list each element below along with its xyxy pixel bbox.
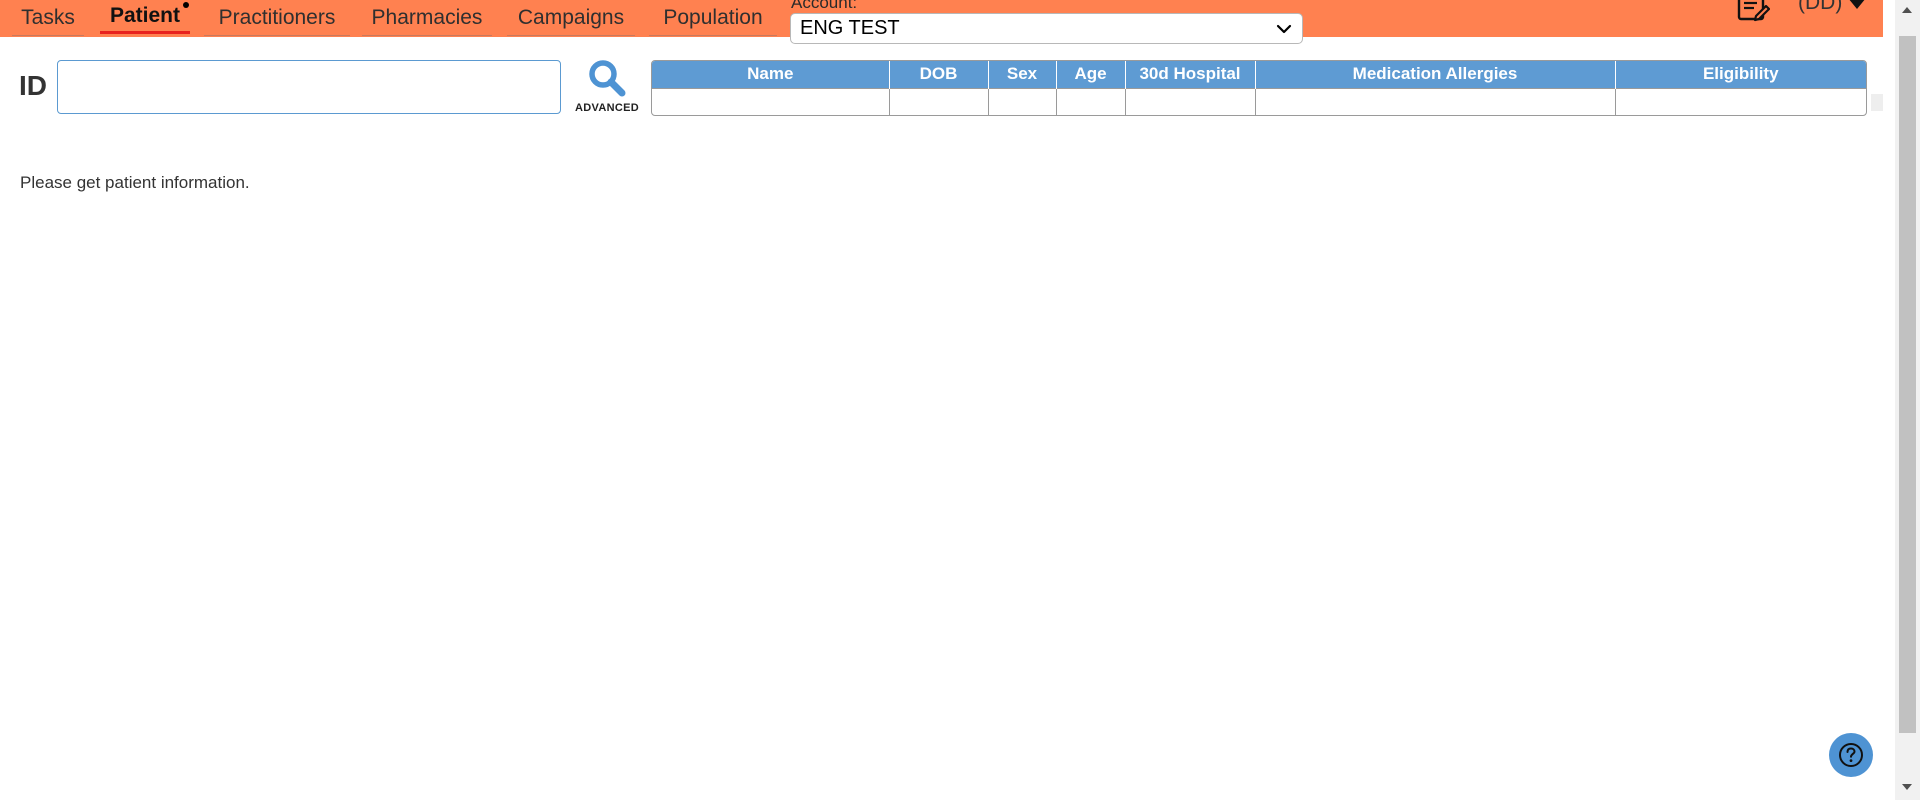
tab-campaigns[interactable]: Campaigns <box>507 0 635 36</box>
advanced-label: ADVANCED <box>575 102 639 114</box>
tab-patient-label: Patient <box>109 3 180 27</box>
search-icon <box>589 60 626 97</box>
caret-down-icon <box>1848 0 1867 9</box>
table-cell <box>652 87 890 115</box>
column-header-30d-hospital[interactable]: 30d Hospital <box>1125 61 1256 88</box>
column-header-sex[interactable]: Sex <box>988 61 1057 88</box>
help-icon <box>1839 743 1863 767</box>
patient-id-input[interactable] <box>57 60 561 114</box>
advanced-search-button[interactable]: ADVANCED <box>570 58 644 120</box>
account-select[interactable]: ENG TEST <box>790 13 1303 44</box>
edit-note-icon[interactable] <box>1736 0 1770 22</box>
table-scrollbar-stub <box>1871 94 1883 111</box>
table-cell <box>1255 87 1616 115</box>
tab-patient[interactable]: Patient <box>100 0 190 34</box>
column-header-age[interactable]: Age <box>1056 61 1126 88</box>
scroll-up-arrow-icon[interactable] <box>1902 7 1912 13</box>
tab-tasks[interactable]: Tasks <box>12 0 84 36</box>
tab-pharmacies[interactable]: Pharmacies <box>362 0 492 36</box>
account-selected-value: ENG TEST <box>800 17 900 39</box>
table-cell <box>889 87 989 115</box>
user-initials: (DD) <box>1798 0 1843 14</box>
column-header-name[interactable]: Name <box>652 61 890 88</box>
user-menu[interactable]: (DD) <box>1798 0 1867 15</box>
status-message: Please get patient information. <box>20 173 250 192</box>
id-label: ID <box>19 70 47 101</box>
column-header-eligibility[interactable]: Eligibility <box>1615 61 1866 88</box>
chevron-down-icon <box>1276 24 1292 34</box>
tab-population[interactable]: Population <box>649 0 777 36</box>
notification-dot-icon <box>183 2 189 8</box>
column-header-medication-allergies[interactable]: Medication Allergies <box>1255 61 1616 88</box>
column-header-dob[interactable]: DOB <box>889 61 989 88</box>
tab-practitioners[interactable]: Practitioners <box>204 0 350 36</box>
scroll-thumb[interactable] <box>1899 36 1916 733</box>
table-cell <box>1056 87 1126 115</box>
scroll-down-arrow-icon[interactable] <box>1902 784 1912 790</box>
table-header-row: Name DOB Sex Age 30d Hospital Medication… <box>652 61 1866 88</box>
table-cell <box>1125 87 1256 115</box>
table-cell <box>1615 87 1866 115</box>
page-scrollbar[interactable] <box>1895 0 1920 800</box>
account-label: Account: <box>791 0 858 12</box>
table-cell <box>988 87 1057 115</box>
help-button[interactable] <box>1829 733 1873 777</box>
top-nav-bar: Tasks Patient Practitioners Pharmacies C… <box>0 0 1883 44</box>
patient-results-table: Name DOB Sex Age 30d Hospital Medication… <box>651 60 1867 116</box>
table-row <box>652 87 1866 115</box>
